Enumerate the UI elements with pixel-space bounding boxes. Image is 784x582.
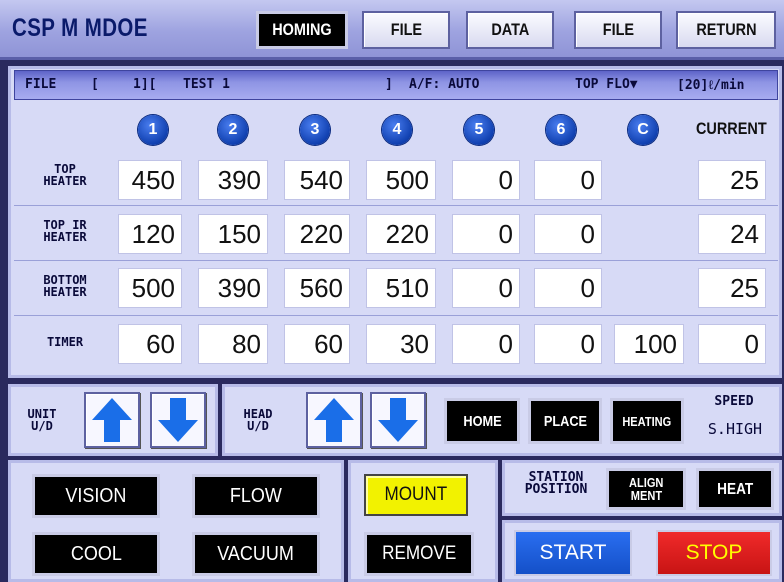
- file-number: 1][: [133, 77, 157, 92]
- file-open-bracket: [: [91, 77, 99, 92]
- timer-2-value[interactable]: 80: [198, 324, 268, 364]
- top-flow-value: [20]ℓ/min: [677, 78, 745, 93]
- head-down-button[interactable]: [370, 392, 426, 448]
- top-heater-4-value[interactable]: 500: [366, 160, 436, 200]
- column-3-badge: 3: [300, 115, 330, 145]
- current-column-label: CURRENT: [696, 119, 767, 138]
- row-divider: [14, 315, 778, 316]
- file-label: FILE: [25, 77, 57, 92]
- top-ir-heater-2-value[interactable]: 150: [198, 214, 268, 254]
- head-ud-label: HEAD U/D: [243, 407, 273, 433]
- timer-5-value[interactable]: 0: [452, 324, 520, 364]
- af-mode: A/F: AUTO: [409, 77, 480, 92]
- arrow-up-icon: [314, 398, 354, 442]
- top-heater-current-value: 25: [698, 160, 766, 200]
- mount-button[interactable]: MOUNT: [364, 474, 468, 516]
- bottom-heater-1-value[interactable]: 500: [118, 268, 182, 308]
- data-button[interactable]: DATA: [466, 11, 554, 49]
- bottom-heater-4-value[interactable]: 510: [366, 268, 436, 308]
- heat-button[interactable]: HEAT: [696, 468, 774, 510]
- unit-up-button[interactable]: [84, 392, 140, 448]
- timer-c-value[interactable]: 100: [614, 324, 684, 364]
- stop-button[interactable]: STOP: [656, 530, 772, 576]
- arrow-up-icon: [92, 398, 132, 442]
- row-label-top-heater: TOP HEATER: [43, 162, 87, 188]
- station-position-label: STATION POSITION: [524, 470, 588, 497]
- bottom-heater-6-value[interactable]: 0: [534, 268, 602, 308]
- top-ir-heater-4-value[interactable]: 220: [366, 214, 436, 254]
- flow-button[interactable]: FLOW: [192, 474, 320, 518]
- file-button-1[interactable]: FILE: [362, 11, 450, 49]
- top-heater-2-value[interactable]: 390: [198, 160, 268, 200]
- top-ir-heater-current-value: 24: [698, 214, 766, 254]
- place-button[interactable]: PLACE: [528, 398, 602, 444]
- column-1-badge: 1: [138, 115, 168, 145]
- top-heater-3-value[interactable]: 540: [284, 160, 350, 200]
- home-button[interactable]: HOME: [444, 398, 520, 444]
- top-ir-heater-5-value[interactable]: 0: [452, 214, 520, 254]
- timer-4-value[interactable]: 30: [366, 324, 436, 364]
- homing-button[interactable]: HOMING: [256, 11, 348, 49]
- return-button[interactable]: RETURN: [676, 11, 776, 49]
- top-heater-1-value[interactable]: 450: [118, 160, 182, 200]
- bottom-heater-2-value[interactable]: 390: [198, 268, 268, 308]
- timer-1-value[interactable]: 60: [118, 324, 182, 364]
- bottom-heater-5-value[interactable]: 0: [452, 268, 520, 308]
- timer-6-value[interactable]: 0: [534, 324, 602, 364]
- row-label-timer: TIMER: [46, 335, 84, 349]
- start-button[interactable]: START: [514, 530, 632, 576]
- heating-button[interactable]: HEATING: [610, 398, 684, 444]
- arrow-down-icon: [158, 398, 198, 442]
- arrow-down-icon: [378, 398, 418, 442]
- bottom-heater-current-value: 25: [698, 268, 766, 308]
- speed-label: SPEED: [714, 394, 754, 409]
- top-ir-heater-6-value[interactable]: 0: [534, 214, 602, 254]
- row-label-top-ir-heater: TOP IR HEATER: [43, 218, 87, 244]
- bottom-heater-3-value[interactable]: 560: [284, 268, 350, 308]
- row-label-bottom-heater: BOTTOM HEATER: [43, 273, 87, 299]
- top-ir-heater-1-value[interactable]: 120: [118, 214, 182, 254]
- remove-button[interactable]: REMOVE: [364, 532, 474, 576]
- top-heater-5-value[interactable]: 0: [452, 160, 520, 200]
- top-flow-label: TOP FLO▼: [575, 77, 638, 92]
- file-info-bar: FILE [ 1][ TEST 1 ] A/F: AUTO TOP FLO▼ […: [14, 70, 778, 100]
- column-6-badge: 6: [546, 115, 576, 145]
- column-4-badge: 4: [382, 115, 412, 145]
- row-divider: [14, 205, 778, 206]
- speed-value[interactable]: S.HIGH: [694, 420, 776, 438]
- timer-current-value: 0: [698, 324, 766, 364]
- column-c-badge: C: [628, 115, 658, 145]
- cool-button[interactable]: COOL: [32, 532, 160, 576]
- vacuum-button[interactable]: VACUUM: [192, 532, 320, 576]
- file-name: TEST 1: [183, 77, 230, 92]
- row-divider: [14, 260, 778, 261]
- column-2-badge: 2: [218, 115, 248, 145]
- top-heater-6-value[interactable]: 0: [534, 160, 602, 200]
- alignment-button[interactable]: ALIGN MENT: [606, 468, 686, 510]
- file-close-bracket: ]: [385, 77, 393, 92]
- timer-3-value[interactable]: 60: [284, 324, 350, 364]
- column-5-badge: 5: [464, 115, 494, 145]
- unit-ud-label: UNIT U/D: [27, 407, 57, 433]
- vision-button[interactable]: VISION: [32, 474, 160, 518]
- top-ir-heater-3-value[interactable]: 220: [284, 214, 350, 254]
- head-up-button[interactable]: [306, 392, 362, 448]
- file-button-2[interactable]: FILE: [574, 11, 662, 49]
- app-title: CSP M MDOE: [12, 14, 148, 42]
- unit-down-button[interactable]: [150, 392, 206, 448]
